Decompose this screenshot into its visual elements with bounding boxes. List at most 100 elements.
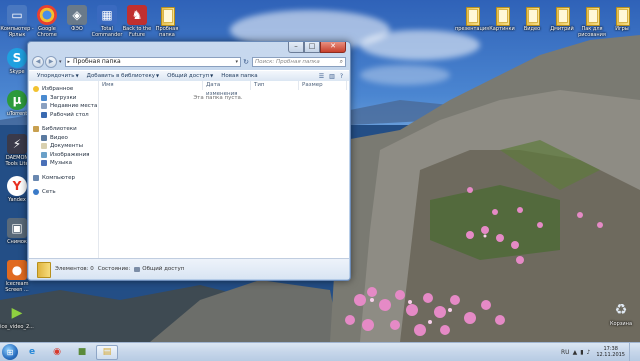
nav-music[interactable]: Музыка xyxy=(29,159,98,168)
empty-folder-message: Эта папка пуста. xyxy=(193,95,243,101)
desktop-icon-app[interactable]: ◈ ФЭО xyxy=(60,5,94,32)
nav-pictures[interactable]: Изображения xyxy=(29,151,98,160)
recent-places-icon xyxy=(41,103,47,110)
file-list[interactable]: Имя Дата изменения Тип Размер Эта папка … xyxy=(99,81,349,267)
nav-favorites[interactable]: Избранное xyxy=(29,85,98,94)
help-icon[interactable]: ? xyxy=(340,73,343,80)
preview-pane-icon[interactable]: ▥ xyxy=(329,73,335,80)
folder-icon xyxy=(159,5,175,26)
desktop-icon-chrome[interactable]: Google Chrome xyxy=(30,5,64,38)
nav-label: Библиотеки xyxy=(42,126,77,133)
new-folder-button[interactable]: Новая папка xyxy=(221,73,257,79)
forward-button[interactable]: ▶ xyxy=(45,55,57,68)
utorrent-icon: µ xyxy=(7,90,27,110)
minecraft-icon: ■ xyxy=(77,347,87,357)
desktop-icon-folder-video[interactable]: Видео xyxy=(515,5,549,32)
back-button[interactable]: ◀ xyxy=(32,55,44,68)
folder-icon xyxy=(464,5,480,26)
nav-desktop[interactable]: Рабочий стол xyxy=(29,111,98,120)
star-icon xyxy=(33,86,39,93)
nav-computer[interactable]: Компьютер xyxy=(29,174,98,183)
volume-icon[interactable]: ♪ xyxy=(587,349,591,356)
desktop-icon-label: Icecream Screen ... xyxy=(5,281,29,293)
desktop-icon-computer[interactable]: ▭ Компьютер - Ярлык xyxy=(0,5,34,38)
desktop-icon-recycle-bin[interactable]: ♻ Корзина xyxy=(604,300,638,327)
chevron-down-icon: ▼ xyxy=(75,73,79,78)
system-tray: RU ▲ ▮ ♪ 17:38 12.11.2015 xyxy=(561,343,636,361)
downloads-icon xyxy=(41,94,47,101)
network-icon xyxy=(33,189,39,196)
nav-label: Загрузки xyxy=(50,94,77,101)
nav-label: Изображения xyxy=(50,151,90,158)
desktop-icon-label: презентация xyxy=(455,26,490,32)
nav-label: Музыка xyxy=(50,160,72,167)
address-bar[interactable]: ▸ Пробная папка ▾ xyxy=(64,56,241,67)
chrome-icon: ◉ xyxy=(53,347,61,357)
desktop-icon-label: Back to the Future xyxy=(122,26,152,38)
nav-documents[interactable]: Документы xyxy=(29,142,98,151)
desktop-icon-label: Google Chrome xyxy=(37,26,57,38)
breadcrumb-chevron-icon[interactable]: ▸ xyxy=(68,59,71,65)
organize-label: Упорядочить xyxy=(37,73,75,79)
desktop-icon-folder-drawing[interactable]: Пак для рисования xyxy=(575,5,609,38)
change-view-icon[interactable]: ☰ xyxy=(319,73,324,80)
game-icon: ♞ xyxy=(127,5,147,25)
taskbar-chrome[interactable]: ◉ xyxy=(46,345,68,360)
nav-recent-places[interactable]: Недавние места xyxy=(29,102,98,111)
desktop-icon-label: Корзина xyxy=(609,321,633,327)
column-header-size[interactable]: Размер xyxy=(299,81,347,90)
desktop-icon-folder-presentation[interactable]: презентация xyxy=(455,5,489,32)
breadcrumb-current[interactable]: Пробная папка xyxy=(73,58,121,65)
desktop-icon-test-folder[interactable]: Пробная папка xyxy=(150,5,184,38)
desktop-icon-game[interactable]: ♞ Back to the Future xyxy=(120,5,154,38)
column-header-name[interactable]: Имя xyxy=(99,81,203,90)
column-headers: Имя Дата изменения Тип Размер xyxy=(99,81,349,97)
recent-pages-dropdown-icon[interactable]: ▾ xyxy=(59,59,62,65)
nav-network[interactable]: Сеть xyxy=(29,188,98,197)
music-icon xyxy=(41,160,47,167)
taskbar-internet-explorer[interactable]: e xyxy=(21,345,43,360)
icecream-recorder-icon: ● xyxy=(7,260,27,280)
add-to-library-button[interactable]: Добавить в библиотеку▼ xyxy=(87,73,159,79)
desktop-icon-folder-pictures[interactable]: Картинки xyxy=(485,5,519,32)
navigation-pane: Избранное Загрузки Недавние места Рабочи… xyxy=(29,81,99,267)
network-status-icon[interactable]: ▮ xyxy=(580,349,583,356)
desktop-icon-label: Дмитрий xyxy=(550,26,574,32)
nav-downloads[interactable]: Загрузки xyxy=(29,94,98,103)
search-input[interactable]: Поиск: Пробная папка ⌕ xyxy=(252,56,346,67)
desktop-icon-label: Картинки xyxy=(489,26,515,32)
explorer-window[interactable]: – □ ✕ ◀ ▶ ▾ ▸ Пробная папка ▾ ↻ Поиск: П… xyxy=(27,41,351,281)
column-header-date[interactable]: Дата изменения xyxy=(203,81,251,97)
close-button[interactable]: ✕ xyxy=(320,42,346,53)
tray-expand-icon[interactable]: ▲ xyxy=(573,349,578,356)
nav-label: Рабочий стол xyxy=(50,111,89,118)
nav-videos[interactable]: Видео xyxy=(29,134,98,143)
address-dropdown-icon[interactable]: ▾ xyxy=(235,59,238,65)
maximize-button[interactable]: □ xyxy=(304,42,320,53)
desktop-icon xyxy=(41,111,47,118)
organize-button[interactable]: Упорядочить▼ xyxy=(37,73,79,79)
start-button[interactable]: ⊞ xyxy=(2,344,18,360)
column-header-type[interactable]: Тип xyxy=(251,81,299,90)
folder-icon xyxy=(524,5,540,26)
language-indicator[interactable]: RU xyxy=(561,349,570,356)
pictures-icon xyxy=(41,151,47,158)
recycle-bin-icon: ♻ xyxy=(614,302,628,318)
refresh-icon[interactable]: ↻ xyxy=(241,57,251,67)
desktop-icon-folder-user[interactable]: Дмитрий xyxy=(545,5,579,32)
taskbar-explorer[interactable]: ▤ xyxy=(96,344,118,360)
desktop-icon-video-file[interactable]: ▶ ice_video_2... xyxy=(0,303,34,330)
nav-label: Недавние места xyxy=(50,103,98,110)
desktop-icon-folder-games[interactable]: Игры xyxy=(605,5,639,32)
nav-libraries[interactable]: Библиотеки xyxy=(29,125,98,134)
folder-icon xyxy=(584,5,600,26)
chevron-down-icon: ▼ xyxy=(156,73,160,78)
show-desktop-button[interactable] xyxy=(629,343,636,361)
new-folder-label: Новая папка xyxy=(221,73,258,79)
desktop-icon-total-commander[interactable]: ▦ Total Commander xyxy=(90,5,124,38)
minimize-button[interactable]: – xyxy=(288,42,304,53)
share-button[interactable]: Общий доступ▼ xyxy=(167,73,213,79)
taskbar-minecraft[interactable]: ■ xyxy=(71,345,93,360)
clock[interactable]: 17:38 12.11.2015 xyxy=(596,346,625,358)
search-icon[interactable]: ⌕ xyxy=(340,58,343,66)
